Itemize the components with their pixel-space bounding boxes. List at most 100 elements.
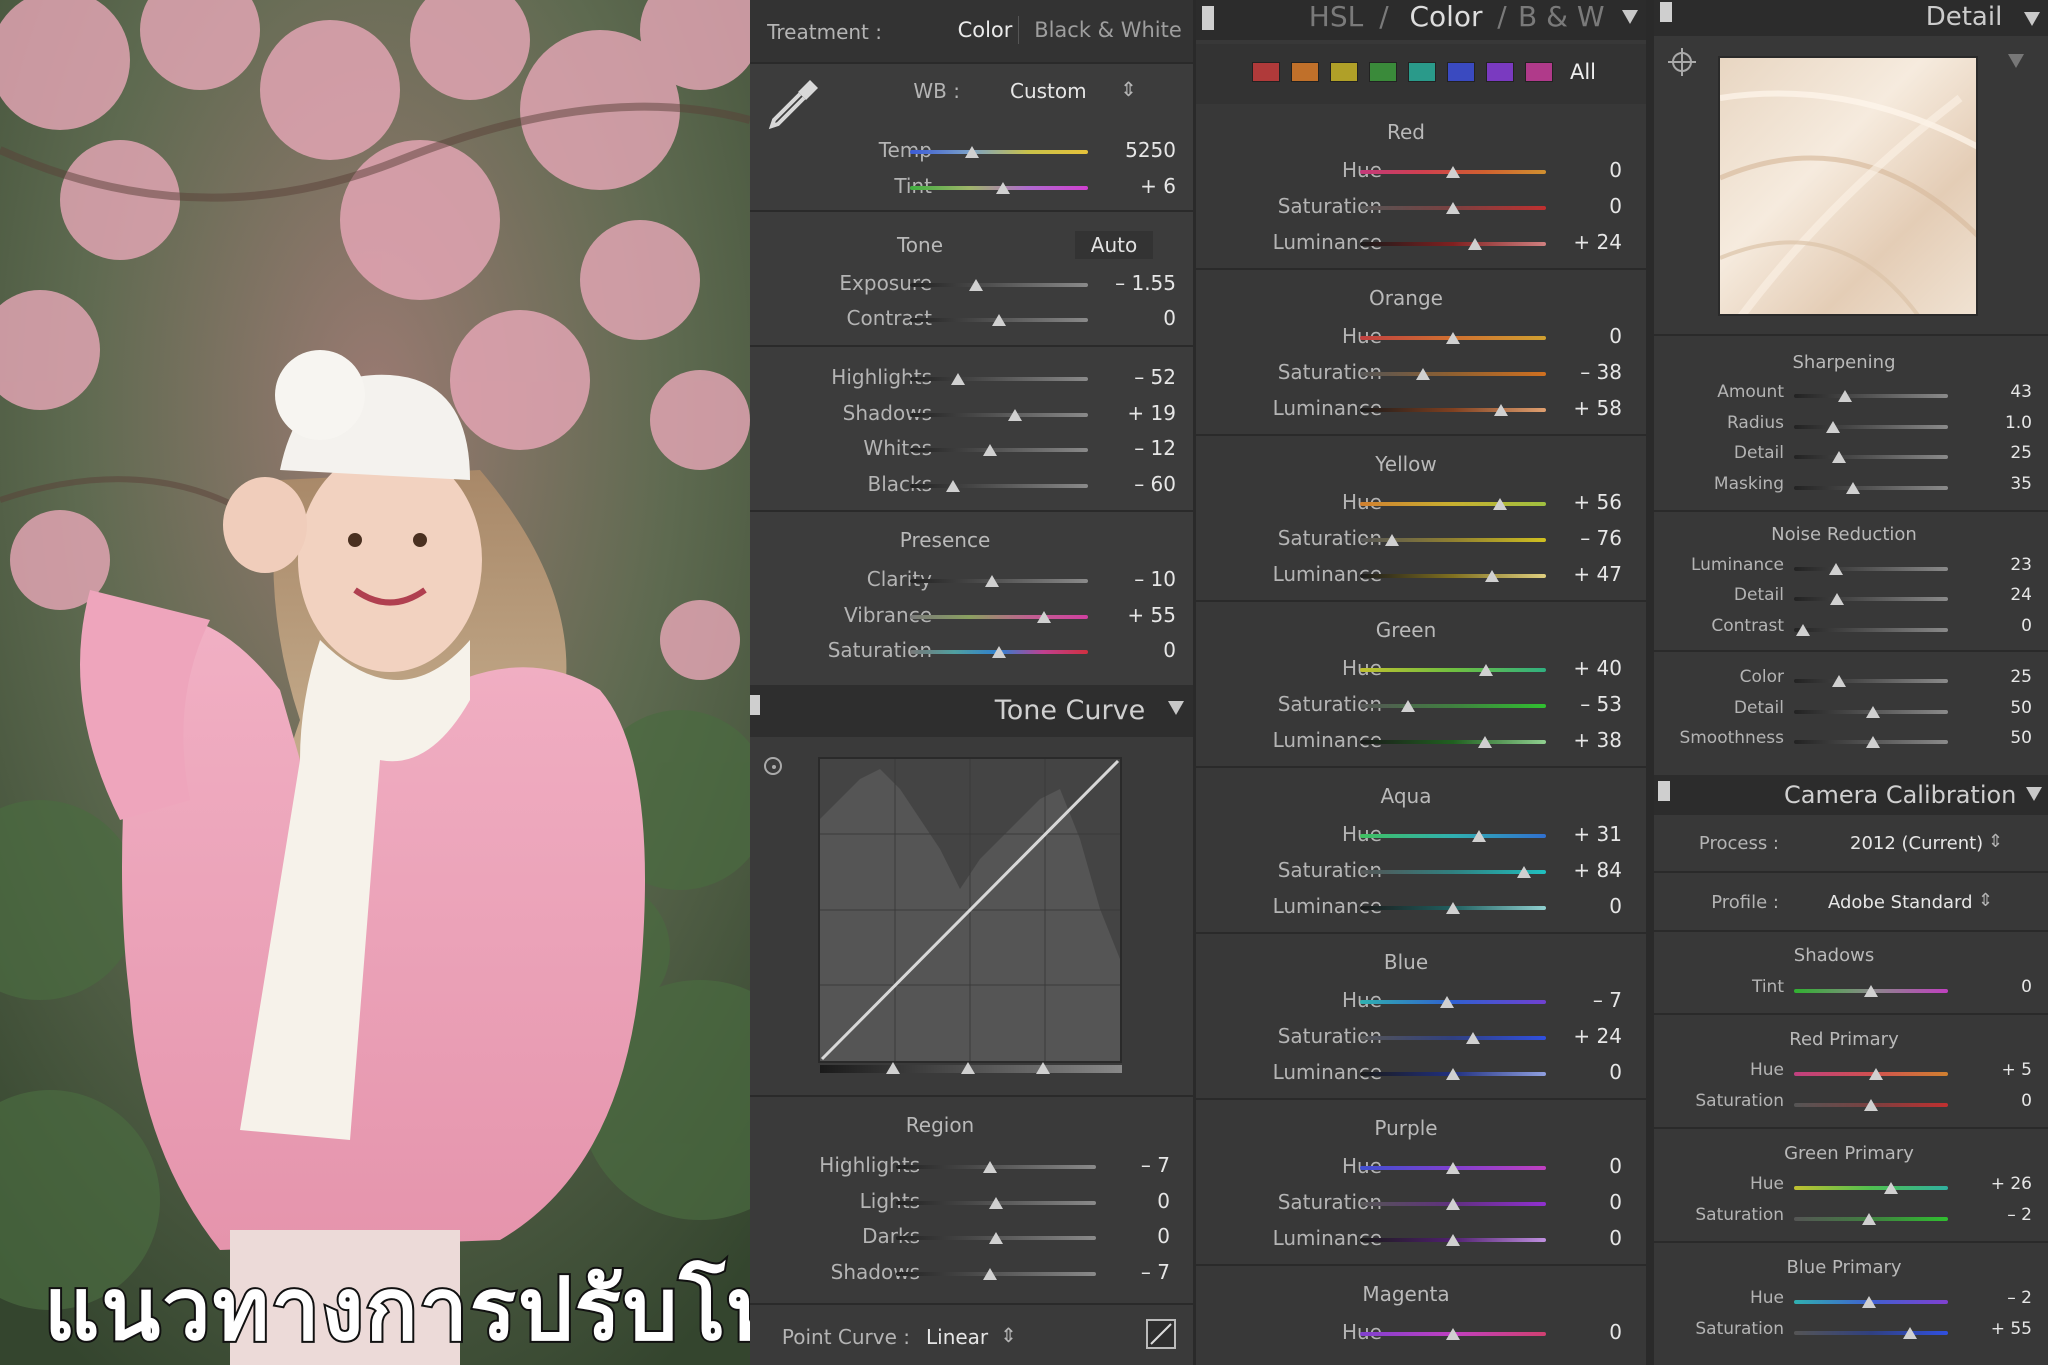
hsl-orange-saturation-value[interactable]: – 38 xyxy=(1546,360,1622,384)
hsl-purple-luminance-value[interactable]: 0 xyxy=(1546,1226,1622,1250)
hsl-aqua-hue-slider-thumb[interactable] xyxy=(1472,830,1487,842)
panel-switch-icon[interactable] xyxy=(1658,781,1670,801)
temp-value[interactable]: 5250 xyxy=(1100,138,1176,162)
hsl-green-hue-value[interactable]: + 40 xyxy=(1546,656,1622,680)
cal-green-saturation-value[interactable]: – 2 xyxy=(1954,1205,2032,1225)
nr-contrast-value[interactable]: 0 xyxy=(1954,616,2032,636)
highlights-slider-track[interactable] xyxy=(910,377,1088,381)
hsl-orange-saturation-slider-track[interactable] xyxy=(1360,372,1546,376)
panel-switch-icon[interactable] xyxy=(750,695,760,715)
vibrance-value[interactable]: + 55 xyxy=(1100,603,1176,627)
hsl-purple-hue-value[interactable]: 0 xyxy=(1546,1154,1622,1178)
cal-red-saturation-value[interactable]: 0 xyxy=(1954,1091,2032,1111)
clarity-slider-thumb[interactable] xyxy=(984,575,999,587)
clarity-value[interactable]: – 10 xyxy=(1100,567,1176,591)
sharpen-amount-value[interactable]: 43 xyxy=(1954,382,2032,402)
hsl-green-saturation-slider-thumb[interactable] xyxy=(1401,700,1416,712)
sharpen-amount-slider-thumb[interactable] xyxy=(1837,390,1852,402)
hsl-blue-saturation-value[interactable]: + 24 xyxy=(1546,1024,1622,1048)
treatment-bw-option[interactable]: Black & White xyxy=(1030,18,1186,42)
hsl-blue-hue-slider-thumb[interactable] xyxy=(1440,996,1455,1008)
cal-red-hue-value[interactable]: + 5 xyxy=(1954,1060,2032,1080)
hsl-green-saturation-slider-track[interactable] xyxy=(1360,704,1546,708)
hsl-red-luminance-value[interactable]: + 24 xyxy=(1546,230,1622,254)
temp-slider-thumb[interactable] xyxy=(965,146,980,158)
hsl-yellow-luminance-value[interactable]: + 47 xyxy=(1546,562,1622,586)
sharpen-radius-value[interactable]: 1.0 xyxy=(1954,413,2032,433)
collapse-triangle-icon[interactable] xyxy=(2026,787,2042,801)
contrast-slider-thumb[interactable] xyxy=(992,314,1006,326)
hsl-blue-saturation-slider-thumb[interactable] xyxy=(1466,1032,1481,1044)
tint-slider-thumb[interactable] xyxy=(995,182,1010,194)
curve-split-handle-highlights[interactable] xyxy=(1036,1062,1050,1074)
cal-green-hue-value[interactable]: + 26 xyxy=(1954,1174,2032,1194)
cal-blue-hue-value[interactable]: – 2 xyxy=(1954,1288,2032,1308)
color-all-button[interactable]: All xyxy=(1558,60,1608,84)
vibrance-slider-track[interactable] xyxy=(910,615,1088,619)
cal-blue-saturation-slider-track[interactable] xyxy=(1794,1331,1948,1335)
region-darks-value[interactable]: 0 xyxy=(1100,1224,1170,1248)
hsl-red-hue-value[interactable]: 0 xyxy=(1546,158,1622,182)
exposure-value[interactable]: – 1.55 xyxy=(1100,271,1176,295)
tab-color[interactable]: Color xyxy=(1400,0,1492,33)
hsl-purple-luminance-slider-thumb[interactable] xyxy=(1446,1234,1460,1246)
hsl-aqua-hue-value[interactable]: + 31 xyxy=(1546,822,1622,846)
sharpen-radius-slider-thumb[interactable] xyxy=(1825,421,1840,433)
whites-slider-track[interactable] xyxy=(910,448,1088,452)
hsl-yellow-saturation-slider-thumb[interactable] xyxy=(1384,534,1399,546)
hsl-red-saturation-slider-thumb[interactable] xyxy=(1446,202,1460,214)
profile-dropdown[interactable]: Adobe Standard xyxy=(1828,892,1988,913)
hsl-yellow-hue-slider-track[interactable] xyxy=(1360,502,1546,506)
color-swatch[interactable] xyxy=(1252,62,1280,82)
blacks-value[interactable]: – 60 xyxy=(1100,472,1176,496)
shadows-value[interactable]: + 19 xyxy=(1100,401,1176,425)
collapse-triangle-icon[interactable] xyxy=(1622,10,1638,24)
panel-switch-icon[interactable] xyxy=(1660,2,1672,22)
hsl-yellow-hue-value[interactable]: + 56 xyxy=(1546,490,1622,514)
vibrance-slider-thumb[interactable] xyxy=(1036,611,1051,623)
nr-color-detail-slider-thumb[interactable] xyxy=(1865,706,1880,718)
hsl-magenta-hue-slider-thumb[interactable] xyxy=(1446,1328,1460,1340)
auto-tone-button[interactable]: Auto xyxy=(1075,231,1153,259)
nr-luminance-value[interactable]: 23 xyxy=(1954,555,2032,575)
highlights-slider-thumb[interactable] xyxy=(951,373,966,385)
panel-switch-icon[interactable] xyxy=(1202,6,1214,30)
nr-detail-slider-track[interactable] xyxy=(1794,597,1948,601)
hsl-blue-saturation-slider-track[interactable] xyxy=(1360,1036,1546,1040)
tone-curve-graph[interactable] xyxy=(818,757,1122,1063)
hsl-orange-luminance-slider-track[interactable] xyxy=(1360,408,1546,412)
color-swatch[interactable] xyxy=(1408,62,1436,82)
exposure-slider-track[interactable] xyxy=(910,283,1088,287)
hsl-aqua-luminance-slider-thumb[interactable] xyxy=(1446,902,1460,914)
nr-contrast-slider-thumb[interactable] xyxy=(1796,624,1811,636)
hsl-magenta-hue-value[interactable]: 0 xyxy=(1546,1320,1622,1344)
sharpen-masking-slider-track[interactable] xyxy=(1794,486,1948,490)
hsl-red-saturation-value[interactable]: 0 xyxy=(1546,194,1622,218)
sharpen-detail-slider-thumb[interactable] xyxy=(1831,451,1846,463)
nr-color-detail-value[interactable]: 50 xyxy=(1954,698,2032,718)
hsl-purple-hue-slider-thumb[interactable] xyxy=(1446,1162,1460,1174)
sharpen-radius-slider-track[interactable] xyxy=(1794,425,1948,429)
hsl-blue-hue-value[interactable]: – 7 xyxy=(1546,988,1622,1012)
whites-value[interactable]: – 12 xyxy=(1100,436,1176,460)
hsl-yellow-luminance-slider-track[interactable] xyxy=(1360,574,1546,578)
hsl-yellow-saturation-value[interactable]: – 76 xyxy=(1546,526,1622,550)
collapse-triangle-icon[interactable] xyxy=(2024,12,2040,26)
detail-preview-image[interactable] xyxy=(1718,56,1978,316)
cal-blue-saturation-slider-thumb[interactable] xyxy=(1902,1327,1917,1339)
color-swatch[interactable] xyxy=(1486,62,1514,82)
blacks-slider-track[interactable] xyxy=(910,484,1088,488)
process-dropdown[interactable]: 2012 (Current) xyxy=(1850,833,1990,854)
nr-smoothness-value[interactable]: 50 xyxy=(1954,728,2032,748)
point-curve-dropdown[interactable]: Linear xyxy=(926,1325,1006,1349)
hsl-yellow-luminance-slider-thumb[interactable] xyxy=(1485,570,1500,582)
hsl-aqua-saturation-value[interactable]: + 84 xyxy=(1546,858,1622,882)
collapse-triangle-icon[interactable] xyxy=(1168,701,1184,715)
color-swatch[interactable] xyxy=(1330,62,1358,82)
saturation-value[interactable]: 0 xyxy=(1100,638,1176,662)
edit-point-curve-icon[interactable] xyxy=(1146,1319,1176,1349)
nr-luminance-slider-track[interactable] xyxy=(1794,567,1948,571)
color-swatch[interactable] xyxy=(1447,62,1475,82)
hsl-blue-luminance-value[interactable]: 0 xyxy=(1546,1060,1622,1084)
cal-red-saturation-slider-thumb[interactable] xyxy=(1864,1099,1878,1111)
